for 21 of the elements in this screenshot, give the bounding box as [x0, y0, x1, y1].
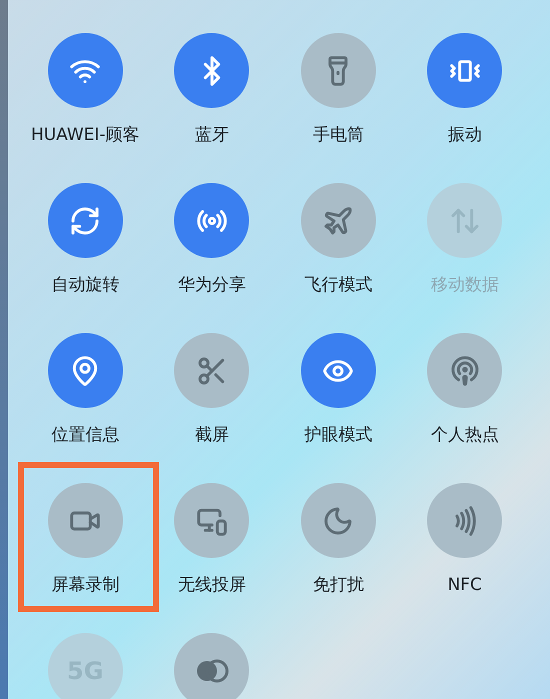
toggle-label: 个人热点	[430, 424, 499, 447]
toggle-label: 护眼模式	[304, 424, 372, 447]
toggle-label: 飞行模式	[304, 274, 372, 297]
toggle-label: 自动旋转	[51, 274, 120, 297]
toggle-label: 屏幕录制	[51, 574, 120, 597]
moon-icon	[322, 504, 354, 536]
toggle-label: 位置信息	[51, 424, 120, 447]
toggle-label: 移动数据	[430, 274, 499, 297]
overlapping-circles-icon	[194, 658, 229, 682]
toggle-label: 截屏	[194, 424, 229, 447]
toggle-label: 手电筒	[312, 124, 364, 147]
rotate-icon	[69, 204, 102, 236]
toggle-label: 无线投屏	[178, 574, 246, 597]
toggle-label: 免打扰	[312, 574, 364, 597]
hotspot-icon	[448, 354, 481, 386]
toggle-label: 华为分享	[178, 274, 246, 297]
toggle-label: 蓝牙	[194, 124, 229, 147]
toggle-label: 振动	[448, 124, 482, 147]
toggle-label: NFC	[448, 574, 482, 597]
airplane-icon	[322, 204, 354, 236]
toggle-label: HUAWEI-顾客	[30, 124, 140, 147]
